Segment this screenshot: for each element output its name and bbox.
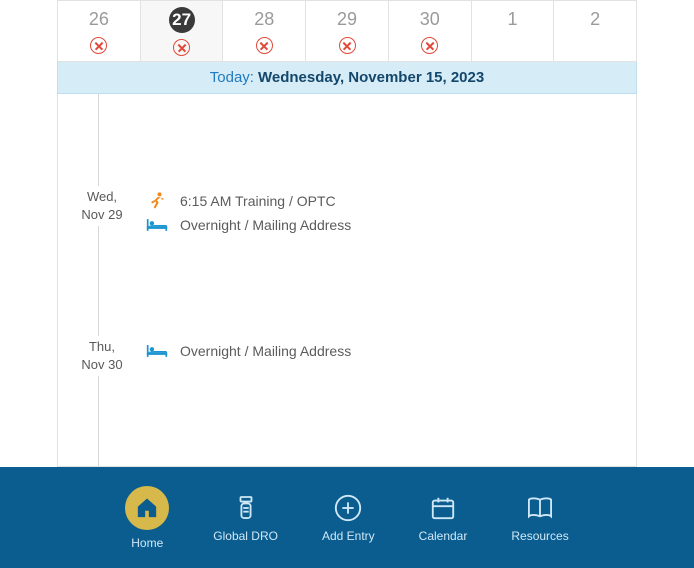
- running-icon: [146, 192, 168, 210]
- bed-icon: [146, 342, 168, 360]
- agenda-events: Overnight / Mailing Address: [146, 316, 636, 466]
- calendar-day-number: 28: [254, 7, 274, 31]
- calendar-day-number: 29: [337, 7, 357, 31]
- calendar-day-cell[interactable]: 27: [141, 0, 224, 62]
- x-circle-icon: [256, 37, 273, 54]
- agenda-day-weekday: Wed,: [70, 188, 134, 206]
- bed-icon: [146, 216, 168, 234]
- agenda-event-text: Overnight / Mailing Address: [180, 343, 351, 359]
- calendar-day-cell[interactable]: 1: [472, 0, 555, 62]
- agenda-day-rail: Thu,Nov 30: [58, 316, 146, 466]
- agenda-day-rail: Wed,Nov 29: [58, 166, 146, 316]
- agenda-event[interactable]: Overnight / Mailing Address: [146, 342, 636, 360]
- nav-resources[interactable]: Resources: [511, 493, 568, 543]
- calendar-icon: [428, 493, 458, 523]
- agenda-event-text: Overnight / Mailing Address: [180, 217, 351, 233]
- nav-home-label: Home: [131, 536, 163, 550]
- nav-dro-label: Global DRO: [213, 529, 278, 543]
- agenda-day: Thu,Nov 30 Overnight / Mailing Address: [58, 316, 636, 466]
- agenda-day-weekday: Thu,: [70, 338, 134, 356]
- home-icon: [125, 486, 169, 530]
- agenda-day-label: Wed,Nov 29: [70, 186, 134, 226]
- agenda-day-date: Nov 30: [70, 356, 134, 374]
- x-circle-icon: [339, 37, 356, 54]
- calendar-day-cell[interactable]: 30: [389, 0, 472, 62]
- book-icon: [525, 493, 555, 523]
- nav-calendar[interactable]: Calendar: [419, 493, 468, 543]
- calendar-day-number: 27: [169, 7, 195, 33]
- bottom-nav: Home Global DRO Add Entry: [0, 467, 694, 568]
- agenda-panel: Tue,Nov 28Overnight / Mailing AddressWed…: [57, 94, 637, 467]
- agenda-events: 6:15 AM Training / OPTC Overnight / Maili…: [146, 166, 636, 316]
- calendar-day-cell[interactable]: 2: [554, 0, 637, 62]
- x-circle-icon: [90, 37, 107, 54]
- agenda-events: Overnight / Mailing Address: [146, 94, 636, 166]
- calendar-week-row: 26 27 28 29 30 1 2: [57, 0, 637, 62]
- calendar-day-cell[interactable]: 26: [57, 0, 141, 62]
- agenda-event[interactable]: Overnight / Mailing Address: [146, 216, 636, 234]
- plus-circle-icon: [333, 493, 363, 523]
- x-circle-icon: [173, 39, 190, 56]
- x-circle-icon: [421, 37, 438, 54]
- today-label: Today:: [210, 69, 254, 86]
- timeline-line: [98, 94, 99, 166]
- agenda-day: Wed,Nov 29 6:15 AM Training / OPTC Overnig…: [58, 166, 636, 316]
- agenda-event[interactable]: 6:15 AM Training / OPTC: [146, 192, 636, 210]
- calendar-day-number: 30: [420, 7, 440, 31]
- today-bar[interactable]: Today: Wednesday, November 15, 2023: [57, 62, 637, 94]
- nav-add-entry[interactable]: Add Entry: [322, 493, 375, 543]
- agenda-scroll[interactable]: Tue,Nov 28Overnight / Mailing AddressWed…: [58, 94, 636, 466]
- today-date: Wednesday, November 15, 2023: [258, 69, 484, 86]
- pill-bottle-icon: [231, 493, 261, 523]
- calendar-day-number: 26: [89, 7, 109, 31]
- calendar-day-cell[interactable]: 29: [306, 0, 389, 62]
- agenda-day-rail: Tue,Nov 28: [58, 94, 146, 166]
- nav-resources-label: Resources: [511, 529, 568, 543]
- agenda-day-date: Nov 29: [70, 206, 134, 224]
- calendar-day-number: 2: [590, 7, 600, 31]
- calendar-day-number: 1: [507, 7, 517, 31]
- nav-global-dro[interactable]: Global DRO: [213, 493, 278, 543]
- nav-home[interactable]: Home: [125, 486, 169, 550]
- agenda-event-text: 6:15 AM Training / OPTC: [180, 193, 336, 209]
- nav-add-label: Add Entry: [322, 529, 375, 543]
- agenda-day-label: Thu,Nov 30: [70, 336, 134, 376]
- nav-calendar-label: Calendar: [419, 529, 468, 543]
- calendar-day-cell[interactable]: 28: [223, 0, 306, 62]
- agenda-day: Tue,Nov 28Overnight / Mailing Address: [58, 94, 636, 166]
